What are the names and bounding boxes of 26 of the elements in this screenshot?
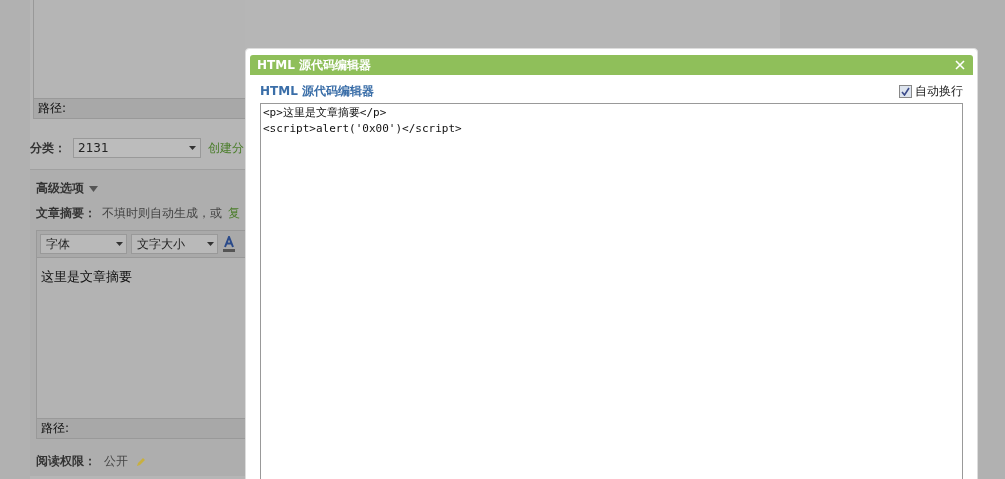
close-icon[interactable]	[955, 58, 965, 72]
caret-icon	[189, 146, 196, 150]
summary-text: 这里是文章摘要	[40, 268, 133, 286]
path-bar: 路径:	[34, 98, 245, 118]
code-field[interactable]: <p>这里是文章摘要</p> <script>alert('0x00')</script>	[260, 103, 963, 479]
font-size-select[interactable]: 文字大小	[131, 234, 218, 254]
category-select[interactable]: 2131	[73, 138, 201, 158]
caret-icon	[116, 242, 123, 246]
font-select[interactable]: 字体	[40, 234, 127, 254]
permission-value: 公开	[104, 453, 128, 470]
dialog-title: HTML 源代码编辑器	[257, 56, 371, 74]
summary-hint: 不填时则自动生成，或	[102, 205, 222, 222]
word-wrap-label: 自动换行	[915, 83, 963, 100]
editor-heading: HTML 源代码编辑器	[260, 83, 374, 100]
summary-label: 文章摘要：	[36, 205, 96, 222]
summary-editor[interactable]: 字体 文字大小 这里是文章摘要 路径:	[36, 230, 245, 439]
text-color-icon[interactable]	[222, 236, 236, 252]
caret-icon	[207, 242, 214, 246]
caret-icon	[89, 185, 98, 192]
permission-label: 阅读权限：	[36, 453, 96, 470]
category-label: 分类：	[30, 139, 66, 157]
checkbox[interactable]	[899, 85, 912, 98]
path-bar: 路径:	[37, 418, 245, 438]
word-wrap-checkbox[interactable]: 自动换行	[899, 83, 963, 100]
editor-area[interactable]: 路径:	[33, 0, 245, 119]
advanced-options-toggle[interactable]: 高级选项	[36, 180, 245, 197]
